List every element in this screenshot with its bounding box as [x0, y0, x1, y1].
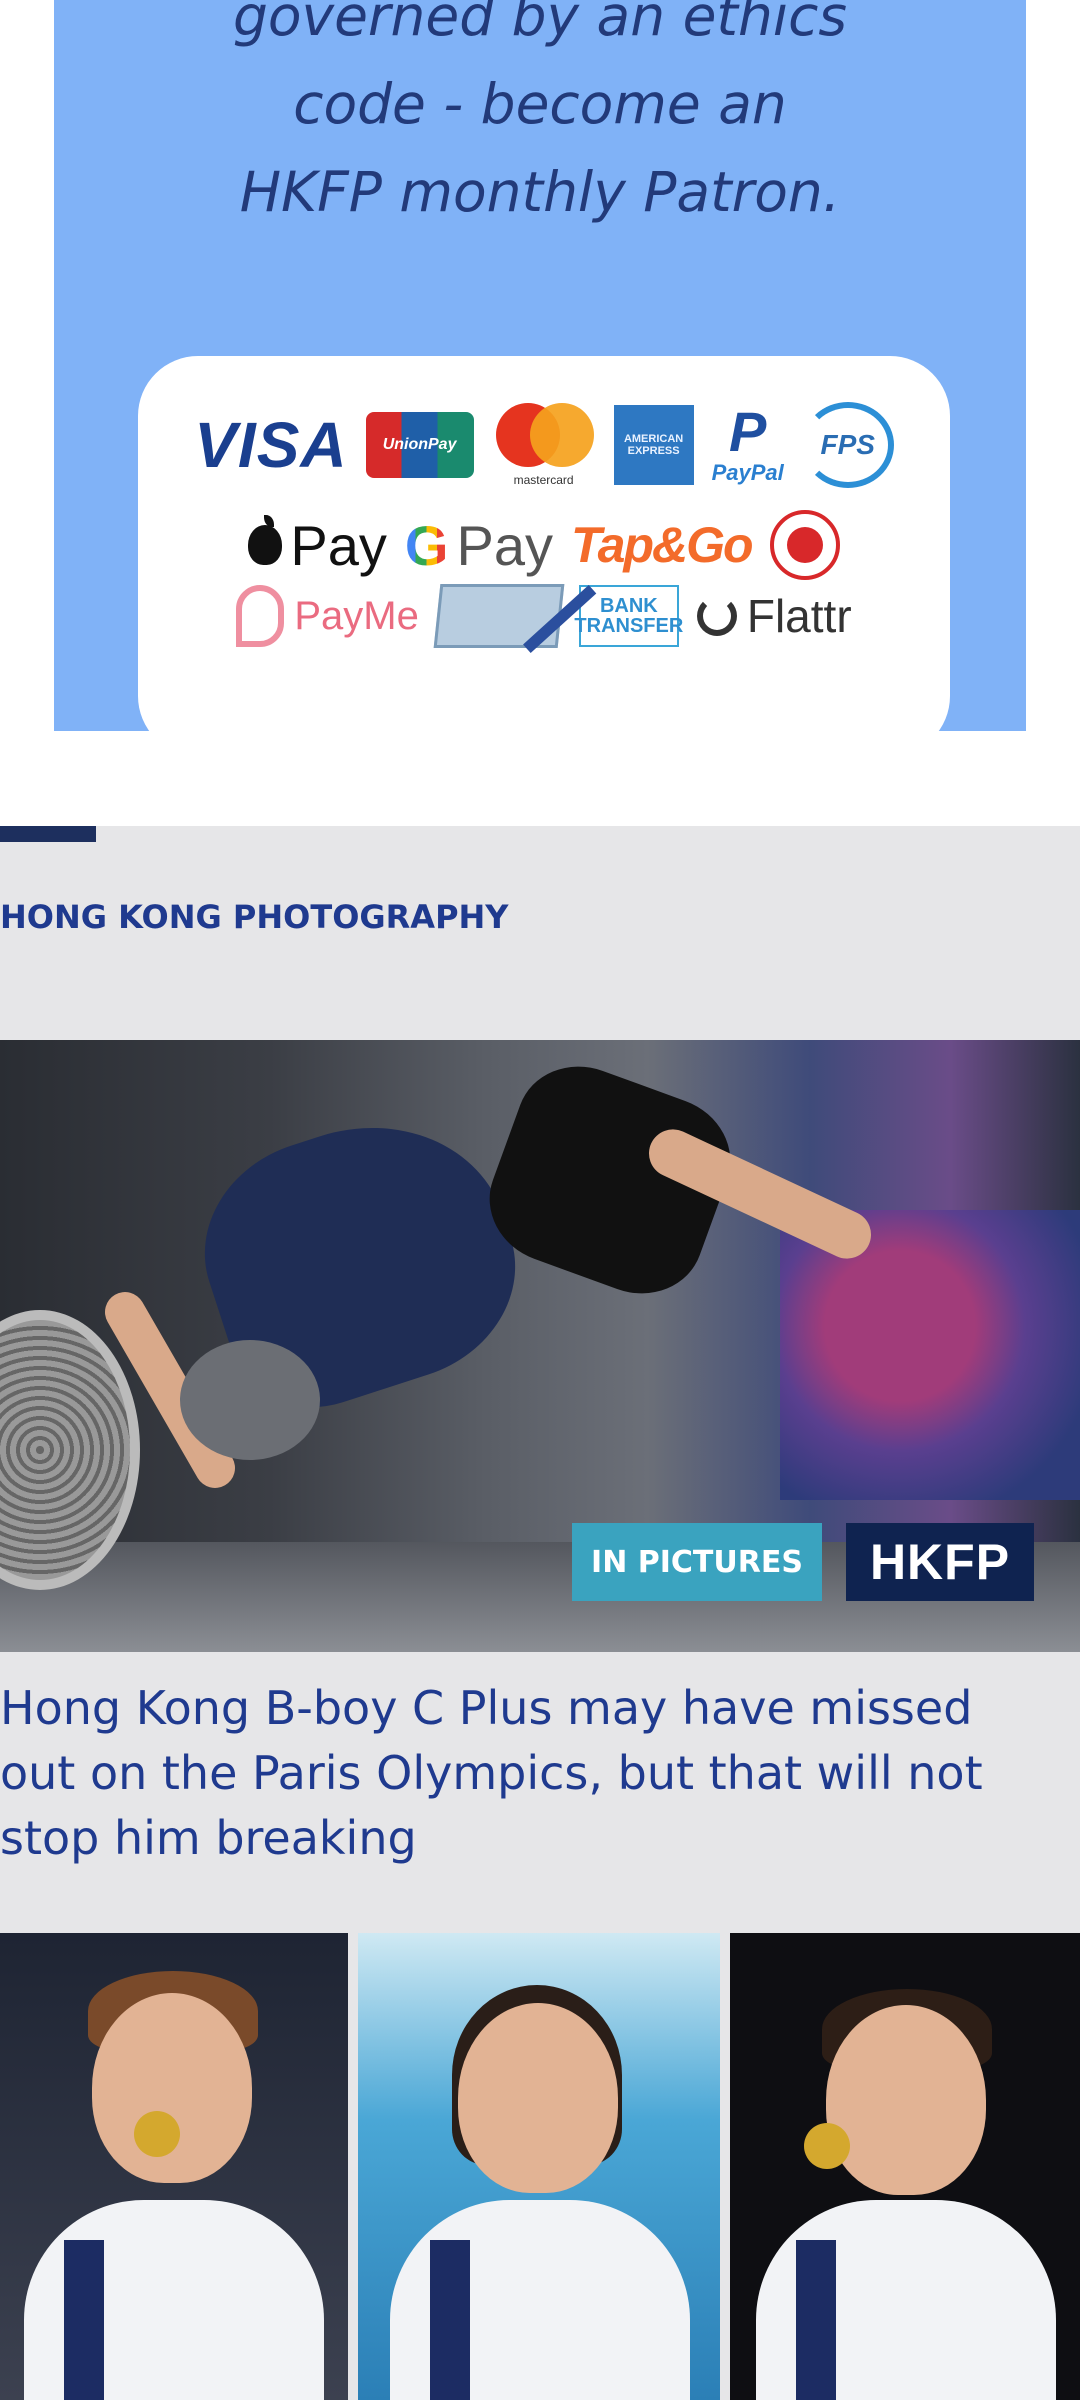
google-g-icon: G: [404, 513, 449, 577]
payment-row: PayMe BANK TRANSFER Flattr: [138, 584, 950, 648]
graffiti-wall: [780, 1210, 1080, 1500]
unionpay-logo: UnionPay: [365, 412, 474, 478]
promo-line: HKFP monthly Patron.: [239, 160, 841, 224]
next-article-image[interactable]: [0, 1933, 1080, 2400]
flattr-logo: Flattr: [696, 589, 852, 643]
payme-logo: PayMe: [236, 585, 419, 647]
payment-row: Pay G Pay Tap&Go: [138, 510, 950, 580]
athlete-photo-2: [358, 1933, 720, 2400]
apple-icon: [248, 515, 283, 565]
google-pay-label: Pay: [456, 513, 553, 577]
photography-section: HONG KONG PHOTOGRAPHY IN PICTURES HKFP H…: [0, 826, 1080, 2400]
payme-label: PayMe: [294, 593, 419, 638]
athlete-photo-3: [730, 1933, 1080, 2400]
hkfp-logo: HKFP: [846, 1523, 1034, 1601]
paypal-logo: P PayPal: [712, 404, 784, 486]
fps-logo: FPS: [801, 402, 894, 488]
tapgo-logo: Tap&Go: [570, 517, 754, 573]
article-headline[interactable]: Hong Kong B-boy C Plus may have missed o…: [0, 1676, 1060, 1871]
apple-pay-label: Pay: [290, 513, 387, 577]
patron-promo-banner[interactable]: governed by an ethics code - become an H…: [54, 0, 1026, 731]
promo-line: code - become an: [293, 72, 787, 136]
amex-logo: AMERICAN EXPRESS: [613, 405, 694, 485]
promo-line: governed by an ethics: [232, 0, 848, 48]
promo-text: governed by an ethics code - become an H…: [54, 0, 1026, 236]
section-accent-bar: [0, 826, 96, 842]
payment-methods-card: VISA UnionPay mastercard AMERICAN EXPRES…: [138, 356, 950, 731]
dancer-head: [180, 1340, 320, 1460]
paypal-p-icon: P: [729, 400, 767, 463]
google-pay-logo: G Pay: [405, 513, 553, 578]
apple-pay-logo: Pay: [248, 513, 387, 578]
flattr-label: Flattr: [746, 590, 852, 642]
in-pictures-badge: IN PICTURES: [572, 1523, 822, 1601]
athlete-photo-1: [0, 1933, 348, 2400]
mastercard-label: mastercard: [513, 473, 574, 487]
visa-logo: VISA: [194, 409, 348, 481]
paypal-label: PayPal: [711, 460, 784, 485]
flattr-icon: [696, 596, 737, 636]
payment-row: VISA UnionPay mastercard AMERICAN EXPRES…: [138, 402, 950, 488]
article-hero-image[interactable]: IN PICTURES HKFP: [0, 1040, 1080, 1652]
mastercard-logo: mastercard: [492, 403, 596, 487]
payme-icon: [236, 585, 285, 647]
section-title[interactable]: HONG KONG PHOTOGRAPHY: [0, 898, 508, 936]
octopus-logo: [769, 510, 840, 580]
cheque-icon: [433, 584, 565, 648]
